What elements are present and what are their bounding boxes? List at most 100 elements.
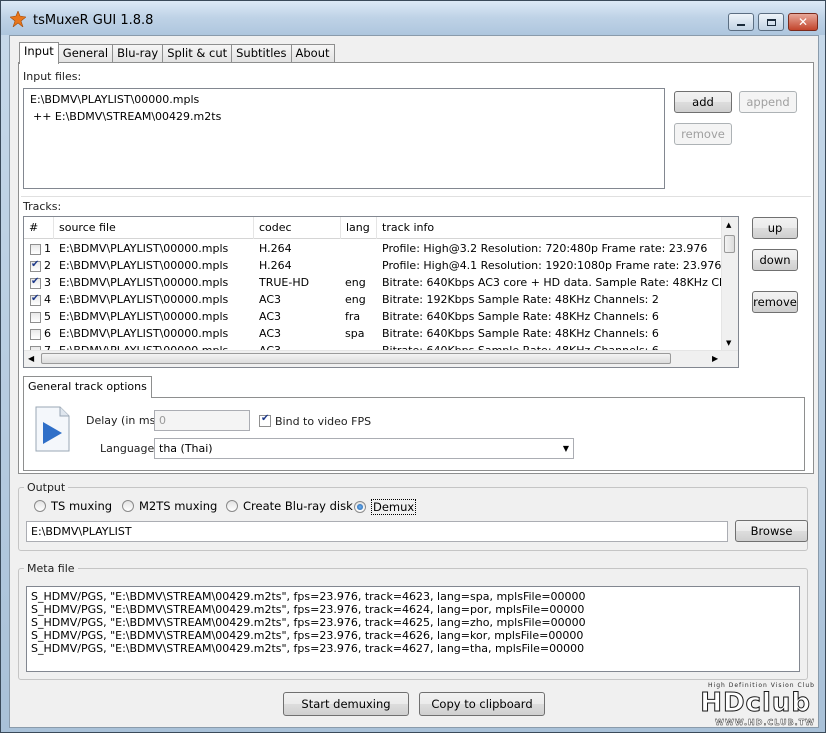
tab-strip: Input General Blu-ray Split & cut Subtit… xyxy=(19,42,335,64)
start-demuxing-button[interactable]: Start demuxing xyxy=(283,692,409,716)
ts-muxing-radio[interactable]: TS muxing xyxy=(34,499,112,513)
meta-line: S_HDMV/PGS, "E:\BDMV\STREAM\00429.m2ts",… xyxy=(31,616,586,629)
track-num: 1 xyxy=(44,242,51,255)
scroll-thumb[interactable] xyxy=(41,353,671,364)
tab-input[interactable]: Input xyxy=(19,42,59,64)
track-source: E:\BDMV\PLAYLIST\00000.mpls xyxy=(59,276,229,289)
track-checkbox[interactable] xyxy=(30,293,41,306)
track-lang: eng xyxy=(345,276,366,289)
append-button[interactable]: append xyxy=(739,91,797,113)
bind-fps-checkbox[interactable]: ✔ xyxy=(259,413,271,427)
demux-radio[interactable]: Demux xyxy=(354,499,417,515)
tab-subtitles[interactable]: Subtitles xyxy=(231,44,292,63)
language-select[interactable]: tha (Thai) ▼ xyxy=(154,438,574,459)
track-checkbox[interactable] xyxy=(30,244,41,255)
tracks-horizontal-scrollbar[interactable]: ◀ ▶ xyxy=(24,350,738,367)
input-file-item[interactable]: E:\BDMV\PLAYLIST\00000.mpls xyxy=(30,93,199,106)
track-lang: fra xyxy=(345,310,361,323)
track-row[interactable]: 3 E:\BDMV\PLAYLIST\00000.mpls TRUE-HD en… xyxy=(24,275,724,292)
track-num: 4 xyxy=(44,293,51,306)
track-checkbox[interactable] xyxy=(30,259,41,272)
track-down-button[interactable]: down xyxy=(752,249,798,271)
track-checkbox[interactable] xyxy=(30,329,41,340)
track-row[interactable]: 5 E:\BDMV\PLAYLIST\00000.mpls AC3 fra Bi… xyxy=(24,309,724,326)
track-row[interactable]: 1 E:\BDMV\PLAYLIST\00000.mpls H.264 Prof… xyxy=(24,241,724,258)
radio-label: Demux xyxy=(371,499,417,515)
track-row[interactable]: 6 E:\BDMV\PLAYLIST\00000.mpls AC3 spa Bi… xyxy=(24,326,724,343)
track-info: Bitrate: 640Kbps Sample Rate: 48KHz Chan… xyxy=(382,327,659,340)
tab-general[interactable]: General xyxy=(57,44,114,63)
general-track-options-tab[interactable]: General track options xyxy=(23,376,152,398)
column-header-num[interactable]: # xyxy=(24,217,54,239)
radio-icon xyxy=(34,500,46,512)
delay-label: Delay (in ms): xyxy=(86,414,164,427)
tab-about[interactable]: About xyxy=(290,44,335,63)
column-header-source[interactable]: source file xyxy=(54,217,254,239)
meta-line: S_HDMV/PGS, "E:\BDMV\STREAM\00429.m2ts",… xyxy=(31,629,584,642)
track-num: 6 xyxy=(44,327,51,340)
title-bar[interactable]: tsMuxeR GUI 1.8.8 ✕ xyxy=(1,1,825,35)
create-bluray-radio[interactable]: Create Blu-ray disk xyxy=(226,499,353,513)
output-path-input[interactable]: E:\BDMV\PLAYLIST xyxy=(26,521,728,542)
track-checkbox[interactable] xyxy=(30,312,41,323)
track-checkbox[interactable] xyxy=(30,276,41,289)
m2ts-muxing-radio[interactable]: M2TS muxing xyxy=(122,499,217,513)
radio-label: M2TS muxing xyxy=(139,499,218,513)
close-icon: ✕ xyxy=(797,15,809,29)
track-info: Bitrate: 640Kbps AC3 core + HD data. Sam… xyxy=(382,276,722,289)
track-codec: AC3 xyxy=(259,327,282,340)
track-up-button[interactable]: up xyxy=(752,217,798,239)
tracks-vertical-scrollbar[interactable]: ▲ ▼ xyxy=(721,217,738,351)
minimize-icon xyxy=(737,24,745,26)
remove-file-button[interactable]: remove xyxy=(674,123,732,145)
track-source: E:\BDMV\PLAYLIST\00000.mpls xyxy=(59,242,229,255)
radio-selected-icon xyxy=(354,501,366,513)
scroll-right-icon[interactable]: ▶ xyxy=(712,354,718,363)
tracks-label: Tracks: xyxy=(23,200,62,213)
track-source: E:\BDMV\PLAYLIST\00000.mpls xyxy=(59,310,229,323)
track-num: 3 xyxy=(44,276,51,289)
radio-label: Create Blu-ray disk xyxy=(243,499,353,513)
scroll-thumb[interactable] xyxy=(724,235,735,253)
column-header-lang[interactable]: lang xyxy=(341,217,377,239)
track-row[interactable]: 4 E:\BDMV\PLAYLIST\00000.mpls AC3 eng Bi… xyxy=(24,292,724,309)
track-lang: spa xyxy=(345,327,365,340)
media-file-icon xyxy=(35,406,70,452)
maximize-button[interactable] xyxy=(758,13,784,31)
scroll-down-icon[interactable]: ▼ xyxy=(726,339,731,347)
input-files-list[interactable]: E:\BDMV\PLAYLIST\00000.mpls ++ E:\BDMV\S… xyxy=(23,88,665,189)
general-track-options-panel: Delay (in ms): 0 ✔ Bind to video FPS Lan… xyxy=(23,397,805,471)
watermark-url: WWW.HD.CLUB.TW xyxy=(715,718,815,727)
add-button[interactable]: add xyxy=(674,91,732,113)
track-remove-button[interactable]: remove xyxy=(752,291,798,313)
input-tab-page: Input files: E:\BDMV\PLAYLIST\00000.mpls… xyxy=(18,62,814,474)
chevron-down-icon: ▼ xyxy=(562,444,569,453)
minimize-button[interactable] xyxy=(728,13,754,31)
track-source: E:\BDMV\PLAYLIST\00000.mpls xyxy=(59,259,229,272)
app-logo-icon xyxy=(10,11,26,27)
tab-split-cut[interactable]: Split & cut xyxy=(162,44,233,63)
column-header-track-info[interactable]: track info xyxy=(377,217,723,239)
meta-line: S_HDMV/PGS, "E:\BDMV\STREAM\00429.m2ts",… xyxy=(31,642,585,655)
track-codec: AC3 xyxy=(259,293,282,306)
delay-input[interactable]: 0 xyxy=(154,410,250,431)
column-header-codec[interactable]: codec xyxy=(254,217,341,239)
input-files-label: Input files: xyxy=(23,70,82,83)
close-button[interactable]: ✕ xyxy=(788,13,818,31)
output-label: Output xyxy=(24,481,69,494)
input-file-item[interactable]: ++ E:\BDMV\STREAM\00429.m2ts xyxy=(33,110,221,123)
meta-file-text[interactable]: S_HDMV/PGS, "E:\BDMV\STREAM\00429.m2ts",… xyxy=(26,586,800,672)
browse-button[interactable]: Browse xyxy=(735,520,808,542)
watermark-logo-text: HDclub xyxy=(700,688,811,719)
tracks-grid[interactable]: # source file codec lang track info 1 E:… xyxy=(23,216,739,368)
copy-to-clipboard-button[interactable]: Copy to clipboard xyxy=(419,692,545,716)
track-row[interactable]: 2 E:\BDMV\PLAYLIST\00000.mpls H.264 Prof… xyxy=(24,258,724,275)
track-codec: H.264 xyxy=(259,259,292,272)
scroll-left-icon[interactable]: ◀ xyxy=(28,354,34,363)
language-label: Language: xyxy=(100,442,158,455)
scroll-up-icon[interactable]: ▲ xyxy=(726,221,731,229)
track-info: Profile: High@3.2 Resolution: 720:480p F… xyxy=(382,242,708,255)
radio-icon xyxy=(122,500,134,512)
track-source: E:\BDMV\PLAYLIST\00000.mpls xyxy=(59,327,229,340)
tab-blu-ray[interactable]: Blu-ray xyxy=(112,44,164,63)
